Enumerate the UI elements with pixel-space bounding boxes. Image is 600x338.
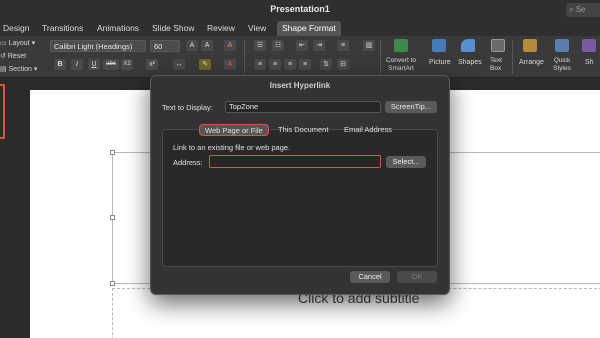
align-right-icon[interactable]: ≡ [284, 59, 296, 70]
layout-button[interactable]: ▭ Layout ▾ [0, 39, 35, 47]
tab-email-address[interactable]: Email Address [339, 124, 397, 136]
text-direction-icon[interactable]: ⇅ [320, 59, 332, 70]
decrease-font-icon[interactable]: A [201, 40, 213, 51]
text-box-icon[interactable] [491, 39, 505, 52]
arrange-icon[interactable] [523, 39, 537, 52]
arrange-label[interactable]: Arrange [519, 59, 544, 66]
screentip-button[interactable]: ScreenTip... [385, 101, 437, 113]
instruction-text: Link to an existing file or web page. [173, 143, 291, 152]
clear-formatting-icon[interactable]: A [224, 40, 236, 51]
tab-view[interactable]: View [243, 21, 271, 36]
font-color-icon[interactable]: A [224, 59, 236, 70]
highlight-color-icon[interactable]: ✎ [199, 59, 211, 70]
font-size-value: 60 [154, 42, 163, 51]
increase-font-icon[interactable]: A [186, 40, 198, 51]
line-spacing-icon[interactable]: ≡ [337, 40, 349, 51]
shapes-icon[interactable] [461, 39, 475, 52]
quick-styles-icon[interactable] [555, 39, 569, 52]
quick-styles-label[interactable]: Quick Styles [551, 57, 573, 73]
text-to-display-value: TopZone [229, 102, 259, 111]
tab-design[interactable]: Design [0, 21, 34, 36]
tab-web-page-or-file[interactable]: Web Page or File [199, 124, 269, 136]
section-label: Section [8, 66, 32, 73]
tab-animations[interactable]: Animations [92, 21, 144, 36]
reset-icon: ↺ [0, 53, 6, 60]
tab-shape-format[interactable]: Shape Format [277, 21, 341, 36]
address-input[interactable] [209, 155, 381, 168]
address-label: Address: [173, 158, 203, 167]
align-text-icon[interactable]: ⊟ [337, 59, 349, 70]
columns-icon[interactable]: ▥ [363, 40, 375, 51]
text-to-display-input[interactable]: TopZone [225, 101, 381, 113]
document-title: Presentation1 [270, 4, 330, 14]
font-name-value: Calibri Light (Headings) [54, 42, 133, 51]
select-button[interactable]: Select... [386, 156, 426, 168]
align-left-icon[interactable]: ≡ [254, 59, 266, 70]
reset-label: Reset [7, 53, 27, 60]
resize-handle[interactable] [110, 150, 115, 155]
ribbon-divider [512, 40, 513, 74]
tab-transitions[interactable]: Transitions [37, 21, 88, 36]
shape-fill-icon[interactable] [582, 39, 596, 52]
chevron-down-icon: ▾ [33, 66, 38, 73]
resize-handle[interactable] [110, 215, 115, 220]
italic-button[interactable]: I [71, 59, 83, 70]
tab-review[interactable]: Review [202, 21, 240, 36]
shapes-label[interactable]: Shapes [458, 59, 482, 66]
chevron-down-icon: ▾ [31, 40, 36, 47]
superscript-icon[interactable]: x² [146, 59, 158, 70]
ribbon-divider [244, 40, 245, 74]
align-center-icon[interactable]: ≡ [269, 59, 281, 70]
layout-label: Layout [8, 40, 30, 47]
font-size-select[interactable]: 60 [150, 40, 180, 52]
search-field[interactable]: ⌕ Se [566, 3, 600, 17]
font-name-select[interactable]: Calibri Light (Headings) [50, 40, 146, 52]
reset-button[interactable]: ↺ Reset [0, 52, 26, 60]
text-box-label[interactable]: Text Box [490, 57, 506, 73]
ribbon: ▭ Layout ▾ ↺ Reset ▤ Section ▾ Calibri L… [0, 36, 600, 78]
convert-to-smartart-label[interactable]: Convert to SmartArt [385, 57, 417, 73]
ribbon-divider [380, 40, 381, 74]
search-placeholder: Se [575, 5, 586, 14]
increase-indent-icon[interactable]: ⇥ [313, 40, 325, 51]
slide-thumbnails [0, 78, 18, 338]
picture-label[interactable]: Picture [429, 59, 451, 66]
underline-button[interactable]: U [88, 59, 100, 70]
decrease-indent-icon[interactable]: ⇤ [296, 40, 308, 51]
smartart-icon[interactable] [394, 39, 408, 52]
ribbon-tabs: Design Transitions Animations Slide Show… [0, 20, 600, 36]
character-spacing-icon[interactable]: ↔ [173, 59, 185, 70]
picture-icon[interactable] [432, 39, 446, 52]
selected-slide-thumbnail[interactable] [0, 84, 5, 139]
justify-icon[interactable]: ≡ [299, 59, 311, 70]
layout-icon: ▭ [0, 40, 7, 47]
strikethrough-button[interactable]: abc [103, 59, 119, 70]
text-to-display-label: Text to Display: [162, 103, 213, 112]
dialog-title: Insert Hyperlink [269, 81, 331, 90]
section-button[interactable]: ▤ Section ▾ [0, 65, 37, 73]
shape-fill-label[interactable]: Sh [585, 59, 594, 66]
tab-slide-show[interactable]: Slide Show [147, 21, 200, 36]
title-bar: Presentation1 ⌕ Se [0, 0, 600, 20]
cancel-button[interactable]: Cancel [350, 271, 390, 283]
resize-handle[interactable] [110, 281, 115, 286]
bold-button[interactable]: B [54, 59, 66, 70]
tab-this-document[interactable]: This Document [273, 124, 333, 136]
bullets-icon[interactable]: ☰ [254, 40, 266, 51]
numbering-icon[interactable]: ☷ [272, 40, 284, 51]
subscript-button[interactable]: X2 [121, 59, 133, 70]
section-icon: ▤ [0, 66, 7, 73]
ok-button[interactable]: OK [397, 271, 437, 283]
